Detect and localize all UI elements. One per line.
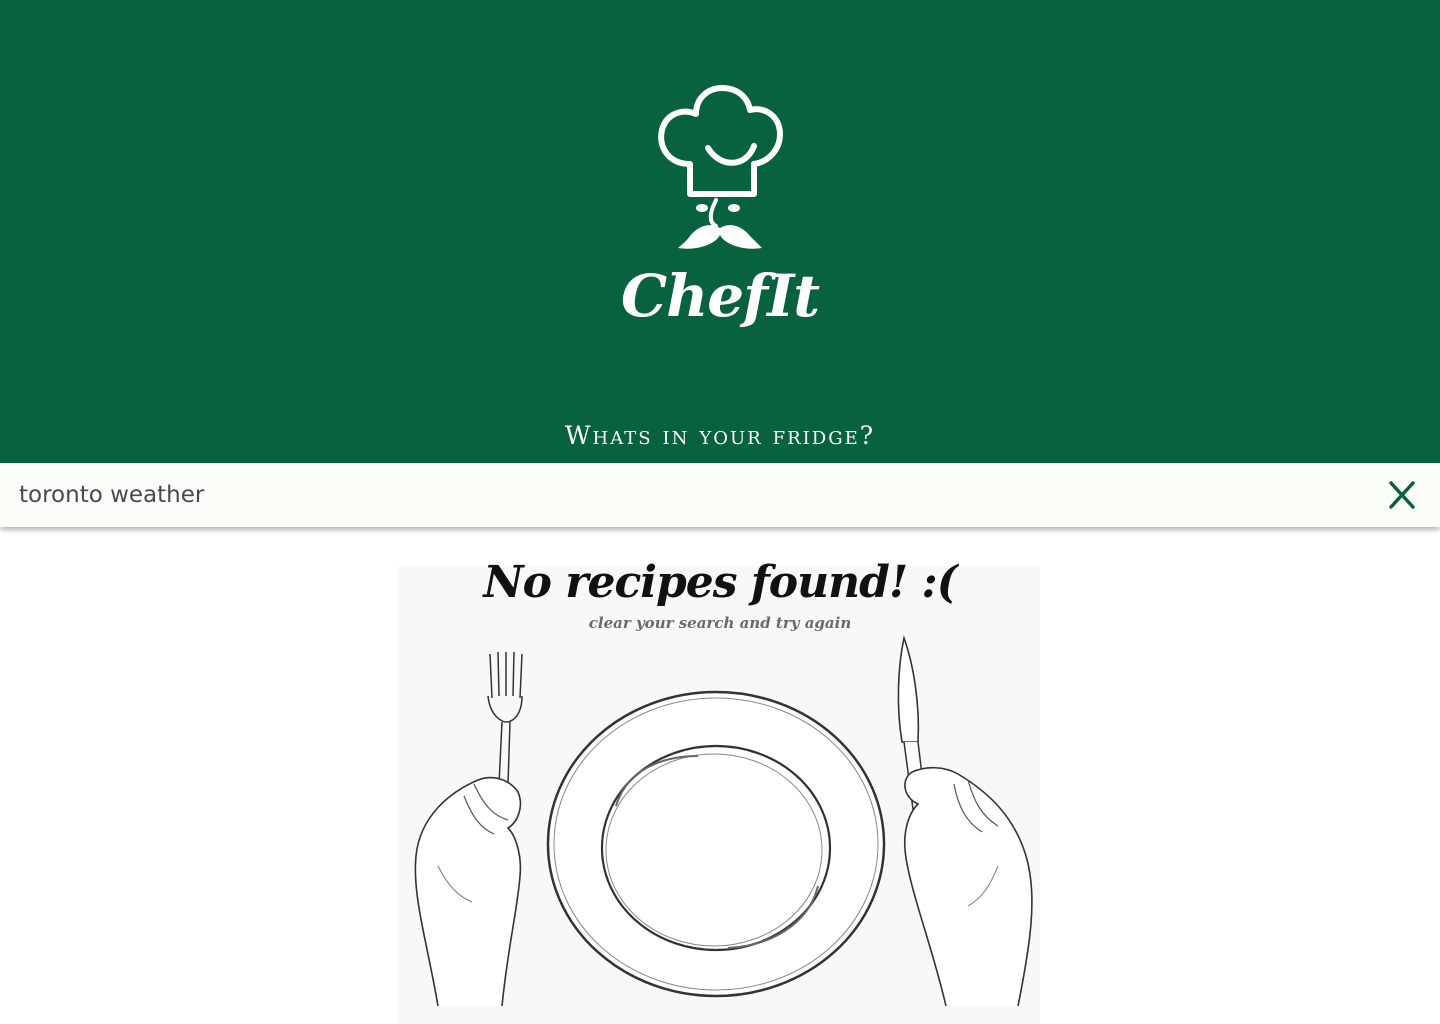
header: ChefIt Whats in your fridge? bbox=[0, 0, 1440, 463]
tagline: Whats in your fridge? bbox=[564, 421, 876, 450]
search-input[interactable] bbox=[0, 463, 1360, 527]
clear-search-button[interactable] bbox=[1380, 475, 1424, 515]
brand-title: ChefIt bbox=[620, 262, 820, 330]
empty-state-title: No recipes found! :( bbox=[483, 557, 957, 608]
search-bar bbox=[0, 463, 1440, 527]
chef-hat-icon bbox=[658, 85, 783, 249]
close-icon bbox=[1389, 481, 1415, 509]
empty-state-subtitle: clear your search and try again bbox=[588, 614, 852, 632]
plate-illustration bbox=[414, 635, 1033, 1007]
